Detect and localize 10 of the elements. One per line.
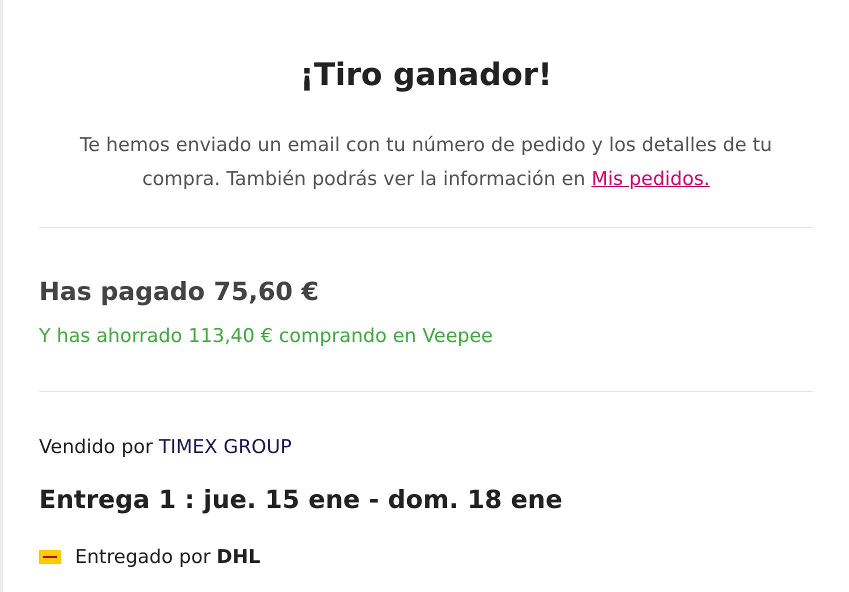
orders-link[interactable]: Mis pedidos. [591,168,710,190]
amount-paid: Has pagado 75,60 € [39,276,319,308]
confirmation-message: Te hemos enviado un email con tu número de pedido y los detalles de tu compra. También podrás ver la información en Mis pedidos. [78,132,774,192]
page-title: ¡Tiro ganador! [300,56,552,95]
delivery-title: Entrega 1 : jue. 15 ene - dom. 18 ene [39,484,562,516]
seller-name: TIMEX GROUP [158,434,292,460]
seller-label: Vendido por [39,434,153,460]
savings-note: Y has ahorrado 113,40 € comprando en Veepee [39,324,493,349]
carrier-info: Entregado por DHL [75,544,260,570]
carrier-logo-icon [39,550,61,564]
